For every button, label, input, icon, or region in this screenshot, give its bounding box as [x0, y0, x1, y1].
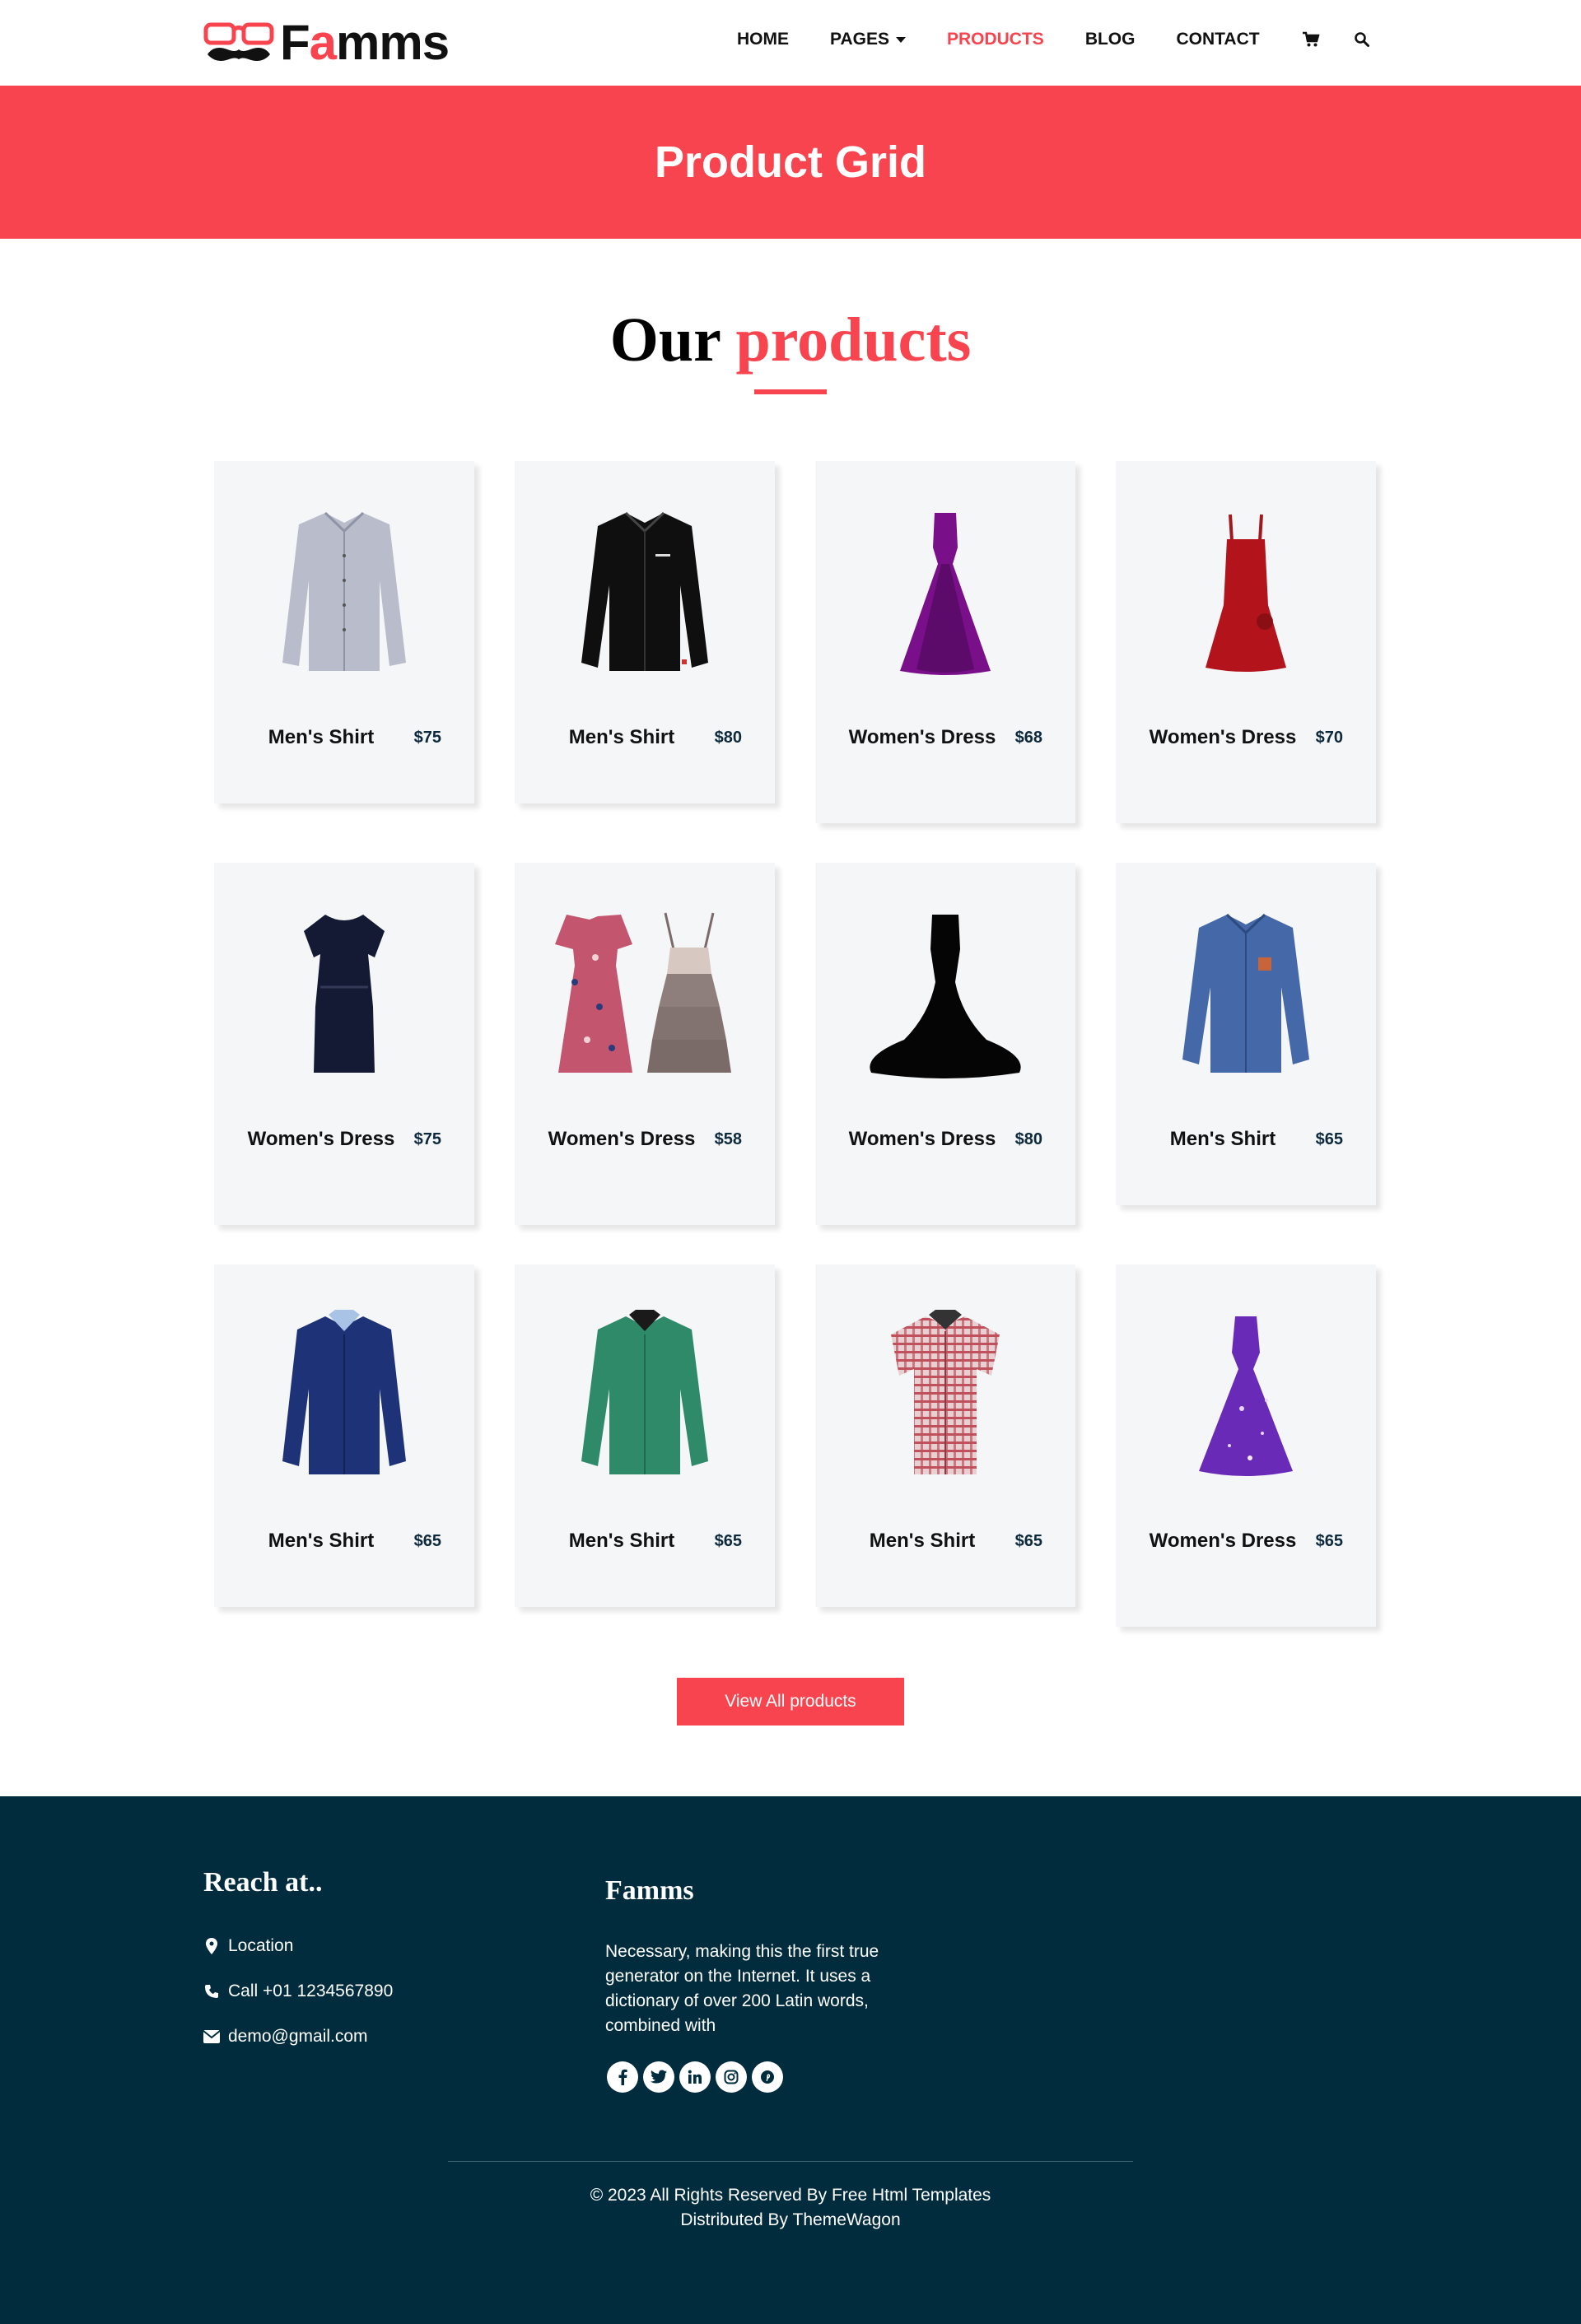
nav-blog[interactable]: BLOG — [1085, 30, 1136, 49]
blue-denim-shirt-icon — [1116, 904, 1376, 1085]
envelope-icon — [203, 2028, 220, 2045]
heading-underline — [754, 389, 827, 394]
social-links — [607, 2061, 788, 2093]
site-header: Famms HOME PAGES PRODUCTS BLOG CONTACT — [0, 0, 1581, 86]
light-gray-mens-shirt-icon — [214, 502, 474, 683]
product-price: $80 — [714, 729, 742, 747]
section-heading-plain: Our — [609, 305, 721, 375]
cart-icon[interactable] — [1301, 30, 1321, 49]
page-title: Product Grid — [654, 137, 926, 187]
footer-divider — [448, 2161, 1133, 2162]
nav-pages-label: PAGES — [830, 30, 889, 49]
nav-pages[interactable]: PAGES — [830, 30, 906, 49]
product-price: $65 — [413, 1532, 441, 1550]
location-text: Location — [228, 1936, 294, 1955]
product-name: Men's Shirt — [568, 1530, 675, 1552]
product-price: $80 — [1014, 1130, 1042, 1148]
product-card[interactable]: Women's Dress $68 — [815, 461, 1075, 823]
twitter-icon[interactable] — [643, 2061, 674, 2093]
reach-heading: Reach at.. — [203, 1867, 323, 1898]
copyright-line-1: © 2023 All Rights Reserved By Free Html … — [590, 2186, 991, 2205]
facebook-icon[interactable] — [607, 2061, 638, 2093]
instagram-icon[interactable] — [716, 2061, 747, 2093]
map-marker-icon — [203, 1938, 220, 1954]
product-card[interactable]: Men's Shirt $65 — [214, 1264, 474, 1607]
plaid-short-sleeve-shirt-icon — [815, 1306, 1075, 1487]
product-name: Men's Shirt — [268, 726, 375, 748]
product-card[interactable]: Women's Dress $75 — [214, 863, 474, 1225]
galaxy-purple-gown-icon — [1116, 1306, 1376, 1487]
product-name: Men's Shirt — [869, 1530, 976, 1552]
product-name: Women's Dress — [548, 1128, 696, 1150]
product-price: $75 — [413, 729, 441, 747]
product-price: $65 — [714, 1532, 742, 1550]
product-card[interactable]: Men's Shirt $75 — [214, 461, 474, 803]
page-banner: Product Grid — [0, 86, 1581, 239]
linkedin-icon[interactable] — [679, 2061, 711, 2093]
contact-email[interactable]: demo@gmail.com — [203, 2027, 368, 2047]
product-name: Women's Dress — [848, 726, 996, 748]
phone-icon — [203, 1983, 220, 2000]
product-price: $65 — [1315, 1532, 1343, 1550]
email-text: demo@gmail.com — [228, 2027, 368, 2046]
black-mens-shirt-icon — [515, 502, 775, 683]
product-name: Men's Shirt — [268, 1530, 375, 1552]
footer-about-text: Necessary, making this the first true ge… — [605, 1942, 879, 2035]
view-all-products-button[interactable]: View All products — [677, 1678, 904, 1726]
copyright: © 2023 All Rights Reserved By Free Html … — [0, 2183, 1581, 2233]
product-name: Women's Dress — [1149, 1530, 1297, 1552]
footer-brand-heading: Famms — [605, 1875, 694, 1906]
black-gown-icon — [815, 904, 1075, 1085]
product-name: Women's Dress — [247, 1128, 395, 1150]
nav-products[interactable]: PRODUCTS — [947, 30, 1044, 49]
chevron-down-icon — [895, 36, 906, 43]
brand-name: Famms — [280, 15, 450, 70]
pinterest-icon[interactable] — [752, 2061, 783, 2093]
product-card[interactable]: Men's Shirt $65 — [515, 1264, 775, 1607]
purple-gown-icon — [815, 502, 1075, 683]
product-price: $68 — [1014, 729, 1042, 747]
product-card[interactable]: Women's Dress $70 — [1116, 461, 1376, 823]
navy-dress-icon — [214, 904, 474, 1085]
section-heading: Our products — [0, 309, 1581, 371]
product-price: $75 — [413, 1130, 441, 1148]
contact-phone[interactable]: Call +01 1234567890 — [203, 1982, 393, 2001]
product-card[interactable]: Women's Dress $58 — [515, 863, 775, 1225]
red-dress-icon — [1116, 502, 1376, 683]
product-price: $65 — [1014, 1532, 1042, 1550]
product-card[interactable]: Women's Dress $65 — [1116, 1264, 1376, 1627]
green-mens-shirt-icon — [515, 1306, 775, 1487]
contact-location[interactable]: Location — [203, 1936, 293, 1956]
phone-text: Call +01 1234567890 — [228, 1982, 394, 2000]
brand-logo[interactable]: Famms — [203, 15, 450, 70]
product-name: Women's Dress — [1149, 726, 1297, 748]
glasses-mustache-icon — [203, 18, 278, 68]
navy-mens-shirt-icon — [214, 1306, 474, 1487]
product-card[interactable]: Men's Shirt $65 — [815, 1264, 1075, 1607]
product-price: $70 — [1315, 729, 1343, 747]
floral-and-tiered-dresses-icon — [515, 904, 775, 1085]
product-card[interactable]: Men's Shirt $80 — [515, 461, 775, 803]
product-price: $58 — [714, 1130, 742, 1148]
copyright-line-2: Distributed By ThemeWagon — [680, 2210, 901, 2229]
section-heading-accent: products — [735, 305, 972, 375]
product-price: $65 — [1315, 1130, 1343, 1148]
search-icon[interactable] — [1352, 30, 1372, 49]
main-nav: HOME PAGES PRODUCTS BLOG CONTACT — [737, 30, 1403, 49]
product-card[interactable]: Men's Shirt $65 — [1116, 863, 1376, 1205]
nav-contact[interactable]: CONTACT — [1176, 30, 1259, 49]
nav-home[interactable]: HOME — [737, 30, 789, 49]
product-name: Men's Shirt — [568, 726, 675, 748]
product-name: Men's Shirt — [1169, 1128, 1276, 1150]
product-name: Women's Dress — [848, 1128, 996, 1150]
product-card[interactable]: Women's Dress $80 — [815, 863, 1075, 1225]
